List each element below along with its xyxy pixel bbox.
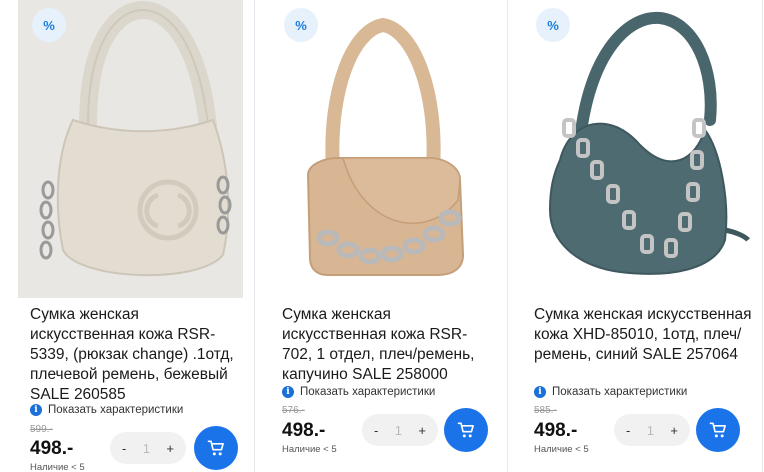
product-image[interactable]: %	[268, 0, 498, 298]
quantity-input[interactable]: 1	[395, 423, 402, 438]
discount-badge: %	[536, 8, 570, 42]
cart-icon	[457, 422, 474, 438]
add-to-cart-button[interactable]	[444, 408, 488, 452]
current-price: 498.-	[534, 420, 578, 441]
quantity-stepper[interactable]: - 1 +	[110, 432, 186, 464]
add-to-cart-button[interactable]	[696, 408, 740, 452]
increase-button[interactable]: +	[166, 441, 174, 456]
show-specs-link[interactable]: i Показать характеристики	[282, 386, 435, 398]
cart-icon	[207, 440, 224, 456]
quantity-input[interactable]: 1	[647, 423, 654, 438]
product-image[interactable]: %	[520, 0, 758, 298]
cart-icon	[709, 422, 726, 438]
discount-badge: %	[32, 8, 66, 42]
card-divider	[254, 0, 255, 472]
decrease-button[interactable]: -	[122, 441, 126, 456]
product-card[interactable]: % Сумка женская искусственная кожа XHD-8…	[520, 0, 758, 472]
product-title[interactable]: Сумка женская искусственная кожа XHD-850…	[534, 305, 754, 365]
decrease-button[interactable]: -	[626, 423, 630, 438]
show-specs-label: Показать характеристики	[48, 404, 184, 416]
discount-badge: %	[284, 8, 318, 42]
availability-text: Наличие < 5	[282, 444, 337, 455]
show-specs-label: Показать характеристики	[300, 386, 436, 398]
info-icon: i	[534, 386, 546, 398]
old-price: 599.-	[30, 424, 53, 435]
current-price: 498.-	[30, 438, 74, 459]
product-card[interactable]: % Сумка женская искусственная кожа RSR-7…	[268, 0, 498, 472]
product-title[interactable]: Сумка женская искусственная кожа RSR-533…	[30, 305, 238, 405]
product-title[interactable]: Сумка женская искусственная кожа RSR-702…	[282, 305, 494, 385]
info-icon: i	[30, 404, 42, 416]
decrease-button[interactable]: -	[374, 423, 378, 438]
beige-hobo-bag-image	[18, 0, 243, 298]
quantity-input[interactable]: 1	[143, 441, 150, 456]
increase-button[interactable]: +	[670, 423, 678, 438]
product-image[interactable]: %	[18, 0, 243, 298]
availability-text: Наличие < 5	[30, 462, 85, 472]
show-specs-label: Показать характеристики	[552, 386, 688, 398]
old-price: 576.-	[282, 405, 305, 416]
old-price: 585.-	[534, 405, 557, 416]
product-card[interactable]: % Сумка женская искусственная кожа RSR-5…	[18, 0, 243, 472]
show-specs-link[interactable]: i Показать характеристики	[30, 404, 183, 416]
increase-button[interactable]: +	[418, 423, 426, 438]
beige-shoulder-bag-image	[268, 0, 498, 298]
card-divider	[762, 0, 763, 472]
card-divider	[507, 0, 508, 472]
add-to-cart-button[interactable]	[194, 426, 238, 470]
current-price: 498.-	[282, 420, 326, 441]
quantity-stepper[interactable]: - 1 +	[362, 414, 438, 446]
blue-hobo-bag-image	[520, 0, 758, 298]
show-specs-link[interactable]: i Показать характеристики	[534, 386, 687, 398]
quantity-stepper[interactable]: - 1 +	[614, 414, 690, 446]
availability-text: Наличие < 5	[534, 444, 589, 455]
info-icon: i	[282, 386, 294, 398]
